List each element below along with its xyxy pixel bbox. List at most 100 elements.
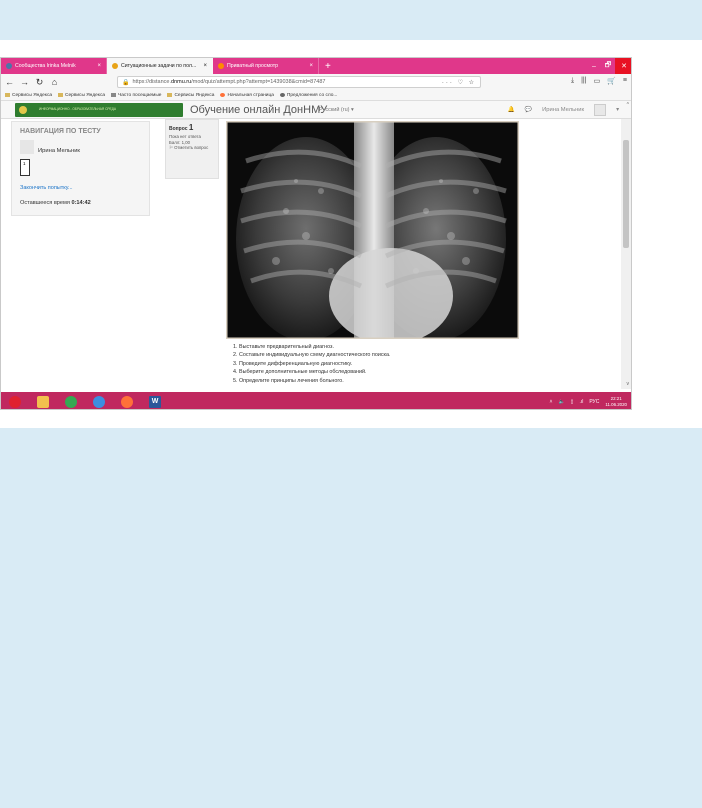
input-language[interactable]: РУС	[589, 399, 599, 405]
ie-icon	[93, 395, 105, 408]
quiz-navigation-block: НАВИГАЦИЯ ПО ТЕСТУ Ирина Мельник 1 Закон…	[11, 121, 150, 216]
system-tray: ˄ 🔈 ▯ .ıl РУС 22:21 11.06.2020	[550, 396, 631, 407]
bookmarks-bar: Сервисы Яндекса Сервисы Яндекса Часто по…	[1, 90, 631, 101]
chevron-down-icon[interactable]: ▾	[616, 107, 619, 113]
back-icon[interactable]: ←	[5, 77, 14, 87]
question-text: 1. Выставьте предварительный диагноз. 2.…	[233, 343, 391, 385]
taskbar-word[interactable]: W	[141, 392, 169, 409]
notifications-icon[interactable]: 🔔	[508, 107, 515, 113]
taskbar-firefox[interactable]	[113, 392, 141, 409]
browser-nav-bar: ← → ↻ ⌂ 🔒 https://distance. dnmu.ru/mod/q…	[1, 74, 631, 90]
system-clock[interactable]: 22:21 11.06.2020	[605, 396, 627, 407]
windows-taskbar: W ˄ 🔈 ▯ .ıl РУС 22:21 11.06.2020	[1, 392, 631, 409]
xray-graphic	[226, 121, 519, 339]
volume-icon[interactable]: 🔈	[558, 399, 564, 405]
browser-tab-bar: Сообщества Irinka Melnik × Ситуационные …	[1, 58, 631, 74]
toolbar-icons: ⤓ ||| ▭ 🛒 ≡	[571, 77, 627, 85]
quiz-nav-title: НАВИГАЦИЯ ПО ТЕСТУ	[20, 128, 101, 135]
tray-arrow-icon[interactable]: ˄	[550, 399, 553, 405]
taskbar-explorer[interactable]	[29, 392, 57, 409]
bottom-background-band	[0, 428, 702, 808]
taskbar-opera[interactable]	[1, 392, 29, 409]
tab-quiz[interactable]: Ситуационные задачи по пол... ×	[107, 58, 213, 74]
close-icon[interactable]: ×	[309, 63, 313, 69]
tab-vk[interactable]: Сообщества Irinka Melnik ×	[1, 58, 107, 74]
window-controls: – 🗗 ✕	[587, 58, 631, 74]
firefox-icon	[121, 395, 133, 408]
question-number: Вопрос 1	[169, 123, 194, 132]
close-icon[interactable]: ×	[97, 63, 101, 69]
finish-attempt-link[interactable]: Закончить попытку...	[20, 185, 73, 191]
folder-icon	[37, 395, 49, 408]
logo-text: ИНФОРМАЦИОННО - ОБРАЗОВАТЕЛЬНАЯ СРЕДА	[39, 107, 116, 112]
tab-label: Приватный просмотр	[227, 63, 279, 69]
sidebar-icon[interactable]: ▭	[594, 77, 601, 85]
opera-icon	[9, 395, 21, 408]
bookmark-item[interactable]: Начальная страница	[220, 93, 274, 98]
restore-button[interactable]: 🗗	[601, 58, 615, 74]
url-prefix: https://distance.	[132, 79, 172, 85]
task-item: 2. Составьте индивидуальную схему диагно…	[233, 352, 391, 359]
lock-icon: 🔒	[122, 79, 130, 86]
site-title[interactable]: Обучение онлайн ДонНМУ	[190, 104, 327, 116]
messages-icon[interactable]: 💬	[525, 107, 532, 113]
scrollbar-thumb[interactable]	[623, 140, 629, 248]
chest-xray-image	[226, 121, 519, 339]
page-content: НАВИГАЦИЯ ПО ТЕСТУ Ирина Мельник 1 Закон…	[1, 119, 623, 397]
gear-icon	[111, 93, 117, 97]
cart-icon[interactable]: 🛒	[607, 77, 616, 85]
network-icon[interactable]: .ıl	[579, 399, 583, 405]
bookmark-item[interactable]: Сервисы Яндекса	[5, 93, 52, 98]
task-item: 1. Выставьте предварительный диагноз.	[233, 344, 335, 350]
emblem-icon	[19, 106, 27, 114]
scroll-up-icon[interactable]: ^	[627, 102, 629, 108]
moodle-icon	[112, 63, 118, 69]
close-icon[interactable]: ×	[203, 63, 207, 69]
menu-icon[interactable]: ≡	[623, 77, 627, 85]
time-value: 0:14:42	[71, 200, 91, 206]
folder-icon	[167, 93, 173, 97]
bookmark-item[interactable]: Часто посещаемые	[111, 93, 161, 98]
url-actions[interactable]: ··· ♡ ☆	[442, 79, 476, 86]
language-menu[interactable]: Русский (ru) ▾	[319, 107, 354, 113]
firefox-icon	[220, 93, 226, 97]
download-icon[interactable]: ⤓	[571, 77, 574, 85]
flag-icon: ⚐	[169, 145, 173, 151]
chrome-icon	[65, 395, 77, 408]
home-icon[interactable]: ⌂	[50, 77, 59, 87]
url-host: dnmu.ru	[171, 79, 192, 85]
bookmark-item[interactable]: Предложения со сло...	[279, 93, 337, 98]
site-header: ИНФОРМАЦИОННО - ОБРАЗОВАТЕЛЬНАЯ СРЕДА Об…	[1, 101, 631, 119]
tab-label: Сообщества Irinka Melnik	[15, 63, 76, 69]
scroll-down-icon[interactable]: v	[627, 381, 630, 387]
minimize-button[interactable]: –	[587, 58, 601, 74]
site-logo[interactable]: ИНФОРМАЦИОННО - ОБРАЗОВАТЕЛЬНАЯ СРЕДА	[15, 103, 183, 117]
battery-icon[interactable]: ▯	[571, 399, 574, 405]
header-user-name[interactable]: Ирина Мельник	[542, 107, 584, 113]
taskbar-chrome[interactable]	[57, 392, 85, 409]
flag-question[interactable]: ⚐ Отметить вопрос	[169, 145, 215, 151]
question-nav-button[interactable]: 1	[20, 159, 30, 176]
vk-icon	[6, 63, 12, 69]
reload-icon[interactable]: ↻	[35, 77, 44, 88]
bookmark-item[interactable]: Сервисы Яндекса	[167, 93, 214, 98]
task-item: 5. Определите принципы лечения больного.	[233, 377, 344, 384]
taskbar-ie[interactable]	[85, 392, 113, 409]
avatar[interactable]	[594, 104, 607, 116]
private-icon	[218, 63, 224, 69]
quiz-nav-user: Ирина Мельник	[38, 148, 80, 154]
bookmark-item[interactable]: Сервисы Яндекса	[58, 93, 105, 98]
library-icon[interactable]: |||	[581, 77, 586, 85]
task-item: 4. Выберите дополнительные методы обслед…	[233, 369, 367, 376]
time-remaining: Оставшееся время 0:14:42	[20, 200, 91, 206]
folder-icon	[5, 93, 10, 97]
new-tab-button[interactable]: +	[319, 58, 337, 74]
globe-icon	[279, 93, 285, 97]
forward-icon[interactable]: →	[20, 77, 29, 87]
question-info: Вопрос 1 Пока нет ответа Балл: 1,00 ⚐ От…	[165, 119, 219, 179]
close-window-button[interactable]: ✕	[615, 58, 631, 74]
task-item: 3. Проведите дифференциальную диагностик…	[233, 360, 353, 367]
tab-label: Ситуационные задачи по пол...	[121, 63, 197, 69]
url-bar[interactable]: 🔒 https://distance. dnmu.ru/mod/quiz/atte…	[117, 76, 481, 88]
tab-private[interactable]: Приватный просмотр ×	[213, 58, 319, 74]
